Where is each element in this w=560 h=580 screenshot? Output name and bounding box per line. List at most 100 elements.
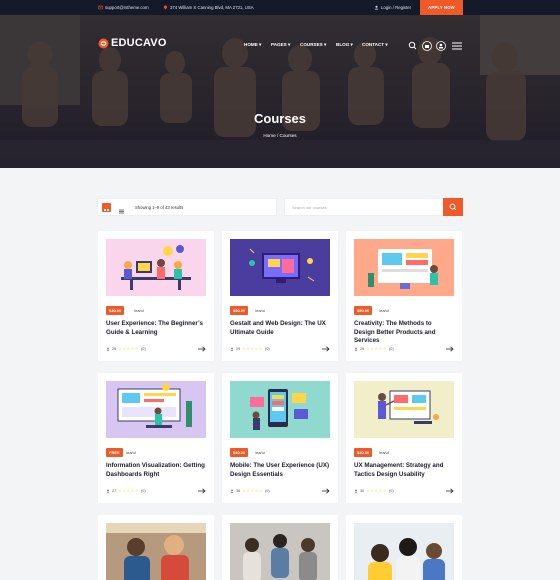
course-card[interactable]: $40.00 /ea/ui Mobile: The User Experienc…: [222, 373, 338, 503]
course-meta: 26 ☆☆☆☆☆ (0): [354, 346, 394, 351]
nav-blog-label: BLOG: [336, 42, 350, 47]
email-text: support@rstheme.com: [105, 5, 149, 10]
course-title[interactable]: Information Visualization: Getting Dashb…: [106, 462, 206, 479]
search-icon: [449, 203, 457, 211]
cart-icon[interactable]: [422, 41, 432, 51]
course-card[interactable]: [346, 515, 462, 580]
course-thumbnail[interactable]: [230, 381, 330, 438]
course-thumbnail[interactable]: [106, 239, 206, 296]
students-icon: [354, 347, 358, 351]
page-title: Courses: [253, 111, 307, 126]
email-contact[interactable]: support@rstheme.com: [98, 5, 149, 10]
nav-courses-label: COURSES: [300, 42, 323, 47]
course-title[interactable]: Gestalt and Web Design: The UX Ultimate …: [230, 320, 330, 337]
grid-view-button[interactable]: [102, 203, 111, 214]
course-photo: [354, 523, 454, 580]
classroom-photo: [0, 15, 560, 168]
brand-name: EDUCAVO: [111, 37, 167, 49]
course-title[interactable]: Creativity: The Methods to Design Better…: [354, 320, 454, 346]
breadcrumb-current: Courses: [279, 133, 297, 138]
price-unit: /ea/ui: [379, 308, 389, 313]
nav-blog[interactable]: BLOG ▾: [336, 42, 353, 48]
course-link-button[interactable]: [197, 486, 206, 495]
top-bar: support@rstheme.com 374 William S Cannin…: [0, 0, 560, 16]
price-badge: $40.00: [230, 448, 249, 457]
nav-courses[interactable]: COURSES ▾: [300, 42, 326, 48]
course-thumbnail[interactable]: [354, 523, 454, 580]
review-count: (0): [389, 488, 394, 493]
review-count: (0): [265, 346, 270, 351]
student-count: 36: [236, 488, 241, 493]
search-icon[interactable]: [408, 41, 417, 50]
price-badge: $50.00: [230, 306, 249, 315]
price-unit: /ea/ui: [126, 450, 136, 455]
price-badge: FREE: [106, 448, 123, 457]
star-rating: ☆☆☆☆☆: [366, 488, 388, 493]
course-thumbnail[interactable]: [354, 381, 454, 438]
nav-home[interactable]: HOME ▾: [244, 42, 261, 48]
student-count: 30: [360, 488, 365, 493]
review-count: (0): [389, 346, 394, 351]
breadcrumb-home[interactable]: Home: [263, 133, 275, 138]
search-placeholder: Search our courses: [292, 205, 327, 210]
students-icon: [230, 489, 234, 493]
course-meta: 27 ☆☆☆☆☆ (0): [106, 488, 146, 493]
course-title[interactable]: User Experience: The Beginner’s Guide & …: [106, 320, 206, 337]
course-title[interactable]: UX Management: Strategy and Tactics Desi…: [354, 462, 454, 479]
course-thumbnail[interactable]: [106, 523, 206, 580]
list-view-button[interactable]: [117, 203, 126, 214]
user-icon[interactable]: [436, 41, 446, 51]
student-count: 26: [112, 346, 117, 351]
login-register-link[interactable]: Login / Register: [374, 5, 411, 10]
course-card[interactable]: $50.00 /ea/ui Creativity: The Methods to…: [346, 231, 462, 361]
course-search-field[interactable]: Search our courses: [284, 198, 444, 216]
course-meta: 26 ☆☆☆☆☆ (0): [106, 346, 146, 351]
students-icon: [106, 347, 110, 351]
student-count: 27: [112, 488, 117, 493]
arrow-right-icon: [445, 345, 454, 352]
breadcrumb: Home / Courses: [0, 133, 560, 138]
star-rating: ☆☆☆☆☆: [118, 488, 140, 493]
arrow-right-icon: [197, 487, 206, 494]
course-thumbnail[interactable]: [230, 239, 330, 296]
course-card[interactable]: FREE /ea/ui Information Visualization: G…: [98, 373, 214, 503]
apply-now-button[interactable]: APPLY NOW: [420, 0, 463, 15]
search-submit-button[interactable]: [443, 198, 463, 216]
students-icon: [354, 489, 358, 493]
arrow-right-icon: [445, 487, 454, 494]
price-unit: /ea/ui: [255, 450, 265, 455]
site-logo[interactable]: EDUCAVO: [98, 37, 167, 49]
course-card[interactable]: [98, 515, 214, 580]
header-icons: [408, 41, 462, 51]
course-title[interactable]: Mobile: The User Experience (UX) Design …: [230, 462, 330, 479]
nav-pages[interactable]: PAGES ▾: [271, 42, 290, 48]
course-card[interactable]: $40.00 /ea/ui User Experience: The Begin…: [98, 231, 214, 361]
course-photo: [106, 523, 206, 580]
star-rating: ☆☆☆☆☆: [242, 346, 264, 351]
course-photo: [230, 523, 330, 580]
course-link-button[interactable]: [445, 486, 454, 495]
course-thumbnail[interactable]: [354, 239, 454, 296]
nav-contact[interactable]: CONTACT ▾: [362, 42, 388, 48]
course-link-button[interactable]: [321, 344, 330, 353]
course-card[interactable]: $50.00 /ea/ui Gestalt and Web Design: Th…: [222, 231, 338, 361]
login-text: Login / Register: [381, 5, 412, 10]
nav-contact-label: CONTACT: [362, 42, 385, 47]
course-thumbnail[interactable]: [230, 523, 330, 580]
course-card[interactable]: [222, 515, 338, 580]
course-link-button[interactable]: [321, 486, 330, 495]
nav-pages-label: PAGES: [271, 42, 287, 47]
course-link-button[interactable]: [445, 344, 454, 353]
student-count: 26: [360, 346, 365, 351]
price-badge: $40.00: [354, 448, 373, 457]
results-toolbar: Showing 1–9 of 43 results: [97, 198, 277, 216]
price-unit: /ea/ui: [379, 450, 389, 455]
nav-home-label: HOME: [244, 42, 258, 47]
hero-banner: EDUCAVO HOME ▾ PAGES ▾ COURSES ▾ BLOG ▾ …: [0, 15, 560, 168]
course-thumbnail[interactable]: [106, 381, 206, 438]
menu-icon[interactable]: [452, 42, 462, 50]
address-text: 374 William S Canning Blvd, MA 2721, USA: [170, 5, 254, 10]
course-card[interactable]: $40.00 /ea/ui UX Management: Strategy an…: [346, 373, 462, 503]
course-link-button[interactable]: [197, 344, 206, 353]
review-count: (0): [141, 488, 146, 493]
